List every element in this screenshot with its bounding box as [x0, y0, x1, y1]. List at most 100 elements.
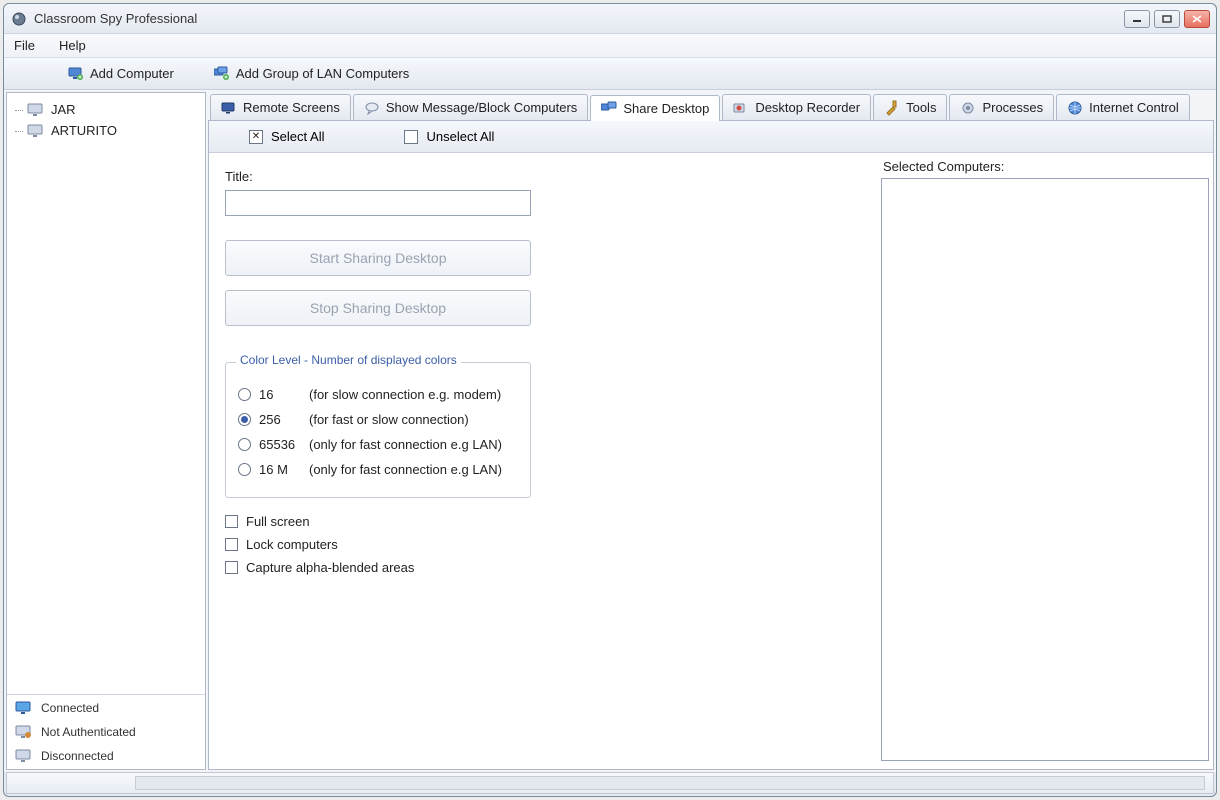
share-icon [601, 100, 617, 116]
tab-desktop-recorder[interactable]: Desktop Recorder [722, 94, 871, 120]
capture-alpha-checkbox[interactable]: Capture alpha-blended areas [225, 560, 861, 575]
add-computer-button[interactable]: Add Computer [60, 62, 182, 86]
body-area: JAR ARTURITO Connected Not Authenticated [4, 90, 1216, 772]
checkbox-icon [225, 515, 238, 528]
color-radio-65536[interactable]: 65536 (only for fast connection e.g LAN) [238, 437, 518, 452]
select-all-button[interactable]: Select All [249, 129, 324, 144]
statusbar [6, 772, 1214, 794]
checkbox-label: Lock computers [246, 537, 338, 552]
select-all-label: Select All [271, 129, 324, 144]
share-desktop-form: Title: Start Sharing Desktop Stop Sharin… [209, 153, 877, 769]
add-group-label: Add Group of LAN Computers [236, 66, 409, 81]
monitors-plus-icon [214, 66, 230, 82]
titlebar: Classroom Spy Professional [4, 4, 1216, 34]
tab-label: Share Desktop [623, 101, 709, 116]
globe-icon [1067, 100, 1083, 116]
recorder-icon [733, 100, 749, 116]
lock-computers-checkbox[interactable]: Lock computers [225, 537, 861, 552]
monitor-disconnected-icon [15, 749, 33, 763]
maximize-button[interactable] [1154, 10, 1180, 28]
checkbox-label: Capture alpha-blended areas [246, 560, 414, 575]
title-field-block: Title: [225, 169, 861, 216]
legend-connected: Connected [15, 701, 197, 715]
color-level-fieldset: Color Level - Number of displayed colors… [225, 362, 531, 498]
selected-computers-list[interactable] [881, 178, 1209, 761]
selected-computers-label: Selected Computers: [883, 159, 1209, 174]
message-icon [364, 100, 380, 116]
content-columns: Title: Start Sharing Desktop Stop Sharin… [209, 153, 1213, 769]
tab-label: Desktop Recorder [755, 100, 860, 115]
tabstrip: Remote Screens Show Message/Block Comput… [208, 92, 1214, 120]
menu-file[interactable]: File [10, 36, 39, 55]
tab-label: Internet Control [1089, 100, 1179, 115]
tab-show-message[interactable]: Show Message/Block Computers [353, 94, 588, 120]
radio-value: 16 [259, 387, 301, 402]
tab-processes[interactable]: Processes [949, 94, 1054, 120]
computer-tree: JAR ARTURITO [7, 93, 205, 694]
legend-not-authenticated: Not Authenticated [15, 725, 197, 739]
tab-internet-control[interactable]: Internet Control [1056, 94, 1190, 120]
fieldset-legend: Color Level - Number of displayed colors [236, 353, 461, 367]
tab-tools[interactable]: Tools [873, 94, 947, 120]
monitor-plus-icon [68, 66, 84, 82]
color-radio-256[interactable]: 256 (for fast or slow connection) [238, 412, 518, 427]
screens-icon [221, 100, 237, 116]
monitor-icon [27, 103, 45, 117]
radio-value: 256 [259, 412, 301, 427]
horizontal-scrollbar[interactable] [135, 776, 1205, 790]
tab-label: Tools [906, 100, 936, 115]
tree-item-label: JAR [51, 102, 76, 117]
window-title: Classroom Spy Professional [34, 11, 1124, 26]
start-sharing-button[interactable]: Start Sharing Desktop [225, 240, 531, 276]
selected-computers-panel: Selected Computers: [877, 153, 1213, 769]
menubar: File Help [4, 34, 1216, 58]
radio-value: 16 M [259, 462, 301, 477]
title-label: Title: [225, 169, 861, 184]
add-group-button[interactable]: Add Group of LAN Computers [206, 62, 417, 86]
tree-item[interactable]: JAR [9, 99, 203, 120]
tab-content: Select All Unselect All Title: Start Sha… [208, 120, 1214, 770]
monitor-auth-icon [15, 725, 33, 739]
checkbox-icon [225, 538, 238, 551]
tree-item-label: ARTURITO [51, 123, 117, 138]
tools-icon [884, 100, 900, 116]
window-controls [1124, 10, 1210, 28]
radio-desc: (only for fast connection e.g LAN) [309, 437, 502, 452]
stop-sharing-button[interactable]: Stop Sharing Desktop [225, 290, 531, 326]
legend-connected-label: Connected [41, 701, 99, 715]
checkbox-label: Full screen [246, 514, 310, 529]
status-legend: Connected Not Authenticated Disconnected [7, 694, 205, 769]
radio-icon [238, 463, 251, 476]
check-icon [249, 130, 263, 144]
legend-not-auth-label: Not Authenticated [41, 725, 136, 739]
monitor-icon [27, 124, 45, 138]
color-radio-16[interactable]: 16 (for slow connection e.g. modem) [238, 387, 518, 402]
monitor-connected-icon [15, 701, 33, 715]
app-icon [10, 10, 28, 28]
tab-remote-screens[interactable]: Remote Screens [210, 94, 351, 120]
radio-desc: (only for fast connection e.g LAN) [309, 462, 502, 477]
selection-toolbar: Select All Unselect All [209, 121, 1213, 153]
menu-help[interactable]: Help [55, 36, 90, 55]
radio-icon [238, 388, 251, 401]
radio-value: 65536 [259, 437, 301, 452]
minimize-button[interactable] [1124, 10, 1150, 28]
close-button[interactable] [1184, 10, 1210, 28]
unselect-all-label: Unselect All [426, 129, 494, 144]
main-toolbar: Add Computer Add Group of LAN Computers [4, 58, 1216, 90]
tab-label: Remote Screens [243, 100, 340, 115]
radio-desc: (for slow connection e.g. modem) [309, 387, 501, 402]
unselect-all-button[interactable]: Unselect All [404, 129, 494, 144]
legend-disconnected: Disconnected [15, 749, 197, 763]
computer-tree-sidebar: JAR ARTURITO Connected Not Authenticated [6, 92, 206, 770]
checkbox-icon [225, 561, 238, 574]
tab-share-desktop[interactable]: Share Desktop [590, 95, 720, 121]
tab-label: Show Message/Block Computers [386, 100, 577, 115]
radio-icon [238, 413, 251, 426]
gear-icon [960, 100, 976, 116]
title-input[interactable] [225, 190, 531, 216]
full-screen-checkbox[interactable]: Full screen [225, 514, 861, 529]
color-radio-16m[interactable]: 16 M (only for fast connection e.g LAN) [238, 462, 518, 477]
tree-item[interactable]: ARTURITO [9, 120, 203, 141]
legend-disconnected-label: Disconnected [41, 749, 114, 763]
